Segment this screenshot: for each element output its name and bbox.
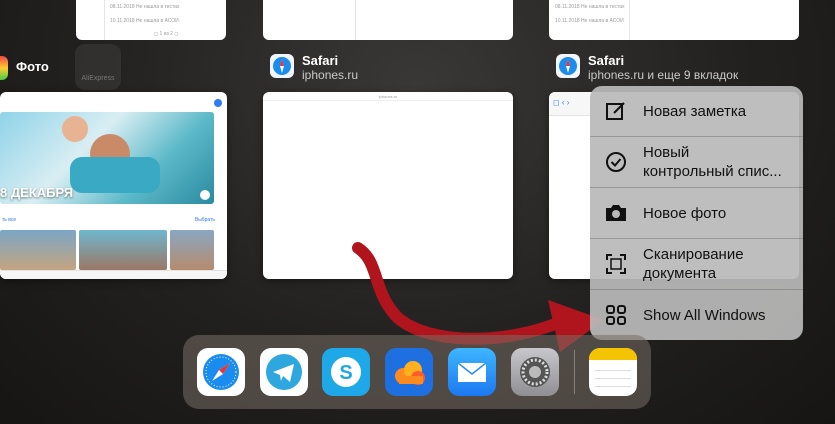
photos-app-header[interactable]: Фото — [0, 56, 49, 80]
menu-item-label: Новая заметка — [643, 102, 747, 120]
photo-thumbnail[interactable] — [170, 230, 214, 270]
menu-item-new-note[interactable]: Новая заметка — [590, 86, 803, 136]
menu-item-scan-document[interactable]: Сканирование документа — [590, 239, 803, 289]
safari-icon — [270, 54, 294, 78]
menu-item-label: Сканирование документа — [643, 246, 744, 282]
app-title: Safari — [302, 53, 339, 68]
dock-settings-icon[interactable] — [511, 348, 559, 396]
safari-icon — [556, 54, 580, 78]
dock-notes-icon[interactable] — [589, 348, 637, 396]
app-subtitle: iphones.ru и еще 9 вкладок — [588, 68, 739, 82]
menu-item-show-all-windows[interactable]: Show All Windows — [590, 290, 803, 340]
top-card-middle[interactable] — [263, 0, 513, 40]
date-label: 8 ДЕКАБРЯ — [0, 185, 74, 200]
menu-item-label: Новое фото — [643, 204, 727, 222]
svg-text:S: S — [339, 362, 352, 384]
safari-window-card-1[interactable]: iphones.ru — [263, 92, 513, 279]
dock-divider — [574, 350, 575, 394]
notes-context-menu: Новая заметка Новый контрольный спис... … — [590, 86, 803, 340]
app-title: Фото — [16, 59, 49, 74]
photos-tab-bar — [0, 270, 227, 279]
safari-app-header-2[interactable]: Safari iphones.ru и еще 9 вкладок — [556, 54, 738, 82]
menu-item-label: Новый контрольный спис... — [643, 144, 782, 180]
top-card-right[interactable]: 08.11.2018 Не нашла в тестах 10.11.2018 … — [549, 0, 799, 40]
photo-thumbnail[interactable] — [79, 230, 167, 270]
dock-safari-icon[interactable] — [197, 348, 245, 396]
safari-app-header-1[interactable]: Safari iphones.ru — [270, 54, 358, 82]
checkmark-circle-icon — [606, 152, 626, 172]
play-button[interactable] — [200, 190, 210, 200]
top-card-left[interactable]: 08.11.2018 Не нашла в тестах 10.11.2018 … — [76, 0, 226, 40]
dock-telegram-icon[interactable] — [260, 348, 308, 396]
grid-icon — [606, 305, 626, 325]
select-link[interactable]: Выбрать — [195, 217, 215, 223]
compose-icon — [606, 102, 625, 120]
url-bar[interactable]: iphones.ru — [263, 94, 513, 99]
dock-mail-icon[interactable] — [448, 348, 496, 396]
profile-dot-icon — [214, 99, 222, 107]
photo-thumbnail[interactable] — [0, 230, 76, 270]
menu-item-label: Show All Windows — [643, 306, 766, 324]
menu-item-new-checklist[interactable]: Новый контрольный спис... — [590, 137, 803, 187]
app-title: Safari — [588, 53, 625, 68]
camera-icon — [606, 205, 626, 221]
scan-document-icon — [606, 254, 626, 274]
aliexpress-icon: AliExpress — [75, 44, 121, 90]
menu-item-new-photo[interactable]: Новое фото — [590, 188, 803, 238]
dock-skype-icon[interactable]: S — [322, 348, 370, 396]
app-subtitle: iphones.ru — [302, 68, 359, 82]
photos-window-card[interactable]: 8 ДЕКАБРЯ ть все Выбрать — [0, 92, 227, 279]
photos-icon — [0, 56, 8, 80]
see-all-link[interactable]: ть все — [2, 217, 16, 223]
dock-cloud-icon[interactable] — [385, 348, 433, 396]
